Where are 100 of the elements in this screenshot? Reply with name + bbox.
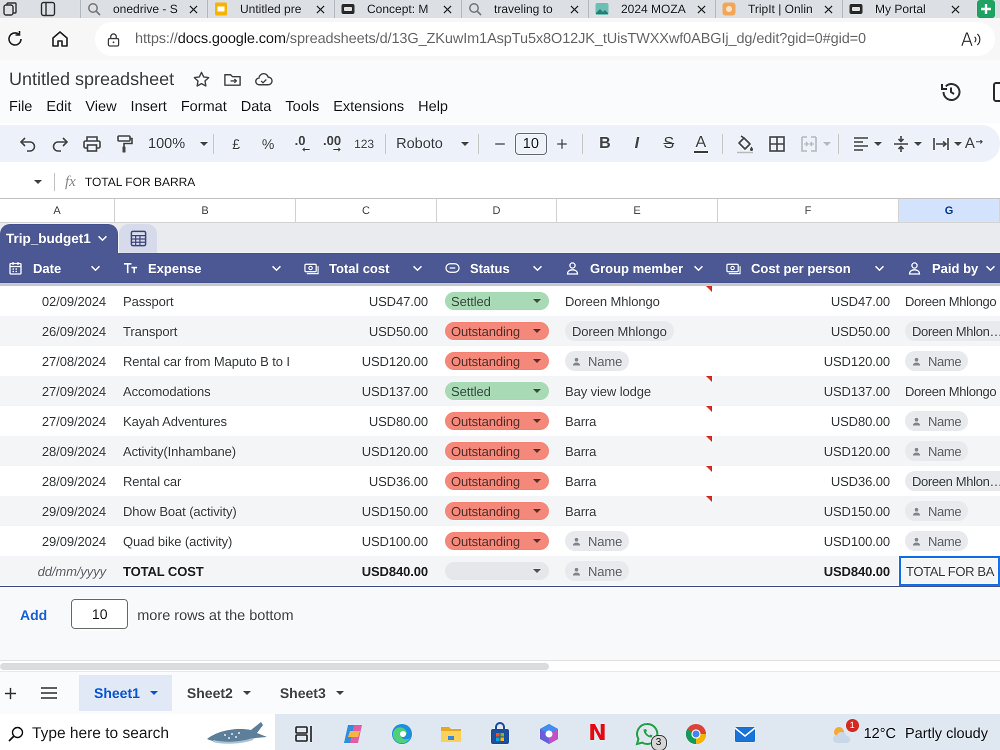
- close-icon[interactable]: [316, 4, 325, 14]
- formula-field[interactable]: TOTAL FOR BARRA: [84, 175, 196, 189]
- column-header[interactable]: Date: [0, 253, 115, 283]
- status-dropdown[interactable]: Outstanding: [445, 472, 549, 490]
- close-icon[interactable]: [697, 4, 706, 14]
- chevron-down-icon[interactable]: [271, 264, 282, 272]
- sheet-tab[interactable]: Sheet2: [172, 675, 265, 711]
- chevron-down-icon[interactable]: [532, 264, 543, 272]
- person-picker[interactable]: Name: [905, 441, 968, 461]
- sheet-tab[interactable]: Sheet1: [79, 675, 172, 711]
- decrease-decimals-button[interactable]: .0: [284, 135, 316, 152]
- increase-decimals-button[interactable]: .00: [316, 135, 348, 152]
- status-dropdown[interactable]: Settled: [445, 292, 549, 310]
- home-icon[interactable]: [50, 29, 70, 49]
- reload-icon[interactable]: [5, 29, 25, 49]
- column-header[interactable]: Group member: [557, 253, 718, 283]
- menu-item[interactable]: Extensions: [333, 98, 404, 114]
- bold-button[interactable]: B: [588, 134, 621, 152]
- row-count-field[interactable]: 10: [71, 599, 128, 629]
- column-header[interactable]: Status: [437, 253, 557, 283]
- column-letter[interactable]: E: [557, 199, 718, 222]
- circle-logo-icon[interactable]: [684, 722, 708, 746]
- status-dropdown[interactable]: Outstanding: [445, 322, 549, 340]
- person-chip[interactable]: Doreen Mhlongo: [565, 321, 674, 341]
- lock-icon[interactable]: [107, 32, 120, 46]
- print-icon[interactable]: [82, 134, 102, 154]
- status-dropdown[interactable]: Settled: [445, 382, 549, 400]
- close-icon[interactable]: [189, 4, 198, 14]
- swirl-logo-icon[interactable]: [390, 722, 414, 746]
- menu-item[interactable]: Tools: [285, 98, 320, 114]
- taskbar-search-field[interactable]: Type here to search: [0, 714, 275, 750]
- app-letter-logo[interactable]: N: [588, 721, 607, 746]
- person-picker[interactable]: Name: [565, 561, 630, 581]
- table-view-tab[interactable]: [119, 224, 157, 253]
- person-picker[interactable]: Name: [565, 351, 630, 371]
- column-header[interactable]: Expense: [115, 253, 296, 283]
- menu-item[interactable]: Insert: [130, 98, 167, 114]
- column-letter[interactable]: B: [115, 199, 296, 222]
- close-icon[interactable]: [824, 4, 833, 14]
- person-picker[interactable]: Name: [565, 531, 630, 551]
- font-dropdown[interactable]: Roboto: [396, 136, 469, 152]
- strikethrough-button[interactable]: S: [652, 134, 685, 152]
- chevron-down-icon[interactable]: [985, 264, 996, 272]
- person-picker[interactable]: Name: [905, 501, 968, 521]
- currency-button[interactable]: £: [220, 136, 252, 152]
- borders-icon[interactable]: [766, 134, 787, 154]
- caret-icon[interactable]: [914, 142, 922, 146]
- person-picker[interactable]: Name: [905, 351, 968, 371]
- status-dropdown[interactable]: Outstanding: [445, 532, 549, 550]
- person-chip[interactable]: Doreen Mhlon…: [905, 471, 1000, 491]
- chevron-down-icon[interactable]: [90, 264, 101, 272]
- add-rows-button[interactable]: Add: [20, 607, 48, 623]
- chevron-down-icon[interactable]: [693, 264, 704, 272]
- tab-actions-icon[interactable]: [2, 1, 18, 17]
- table-name-tab[interactable]: Trip_budget1: [0, 224, 118, 253]
- italic-button[interactable]: I: [620, 134, 653, 152]
- menu-item[interactable]: Edit: [46, 98, 72, 114]
- column-header[interactable]: Cost per person: [718, 253, 899, 283]
- column-header[interactable]: Total cost: [296, 253, 437, 283]
- vertical-tabs-icon[interactable]: [40, 1, 56, 17]
- star-icon[interactable]: [192, 70, 212, 89]
- add-sheet-icon[interactable]: [4, 686, 17, 700]
- status-dropdown[interactable]: Outstanding: [445, 352, 549, 370]
- font-size-field[interactable]: 10: [514, 132, 547, 154]
- chevron-down-icon[interactable]: [412, 264, 423, 272]
- column-letter[interactable]: D: [437, 199, 557, 222]
- sheet-tab[interactable]: Sheet3: [264, 675, 358, 711]
- status-dropdown[interactable]: Outstanding: [445, 442, 549, 460]
- paint-bucket-icon[interactable]: [734, 134, 755, 154]
- read-aloud-icon[interactable]: [961, 30, 981, 48]
- status-dropdown[interactable]: Outstanding: [445, 412, 549, 430]
- menu-item[interactable]: Data: [240, 98, 272, 114]
- panel-icon[interactable]: [992, 80, 1000, 102]
- close-icon[interactable]: [570, 4, 579, 14]
- caret-icon[interactable]: [954, 142, 962, 146]
- percent-button[interactable]: %: [252, 136, 284, 152]
- status-dropdown[interactable]: Outstanding: [445, 502, 549, 520]
- menu-item[interactable]: Help: [418, 98, 448, 114]
- name-box-caret-icon[interactable]: [34, 180, 42, 184]
- paint-roller-icon[interactable]: [114, 134, 134, 154]
- column-letter[interactable]: G: [899, 199, 1000, 222]
- horizontal-scrollbar[interactable]: [0, 662, 549, 670]
- chevron-down-icon[interactable]: [874, 264, 885, 272]
- zoom-dropdown[interactable]: 100%: [148, 136, 208, 152]
- number-format-button[interactable]: 123: [348, 136, 380, 150]
- menu-item[interactable]: Format: [180, 98, 227, 114]
- date-field[interactable]: dd/mm/yyyy: [38, 564, 106, 578]
- address-bar[interactable]: https://docs.google.com/spreadsheets/d/13G_ZKuwIm1AspTu5x8O12JK_tUisTWXXwf0ABGIj_dg/edit?gid=0#gid=0: [95, 22, 995, 56]
- text-color-button[interactable]: A: [684, 134, 717, 153]
- close-icon[interactable]: [443, 4, 452, 14]
- column-header[interactable]: Paid by: [899, 253, 1000, 283]
- menu-item[interactable]: File: [9, 98, 32, 114]
- menu-item[interactable]: View: [85, 98, 117, 114]
- column-letter[interactable]: C: [296, 199, 437, 222]
- person-chip[interactable]: Doreen Mhlon…: [905, 321, 1000, 341]
- person-picker[interactable]: Name: [905, 411, 968, 431]
- document-title[interactable]: Untitled spreadsheet: [9, 69, 174, 90]
- person-picker[interactable]: Name: [905, 531, 968, 551]
- menu-icon[interactable]: [41, 687, 57, 699]
- text-rotation-button[interactable]: A: [964, 135, 987, 152]
